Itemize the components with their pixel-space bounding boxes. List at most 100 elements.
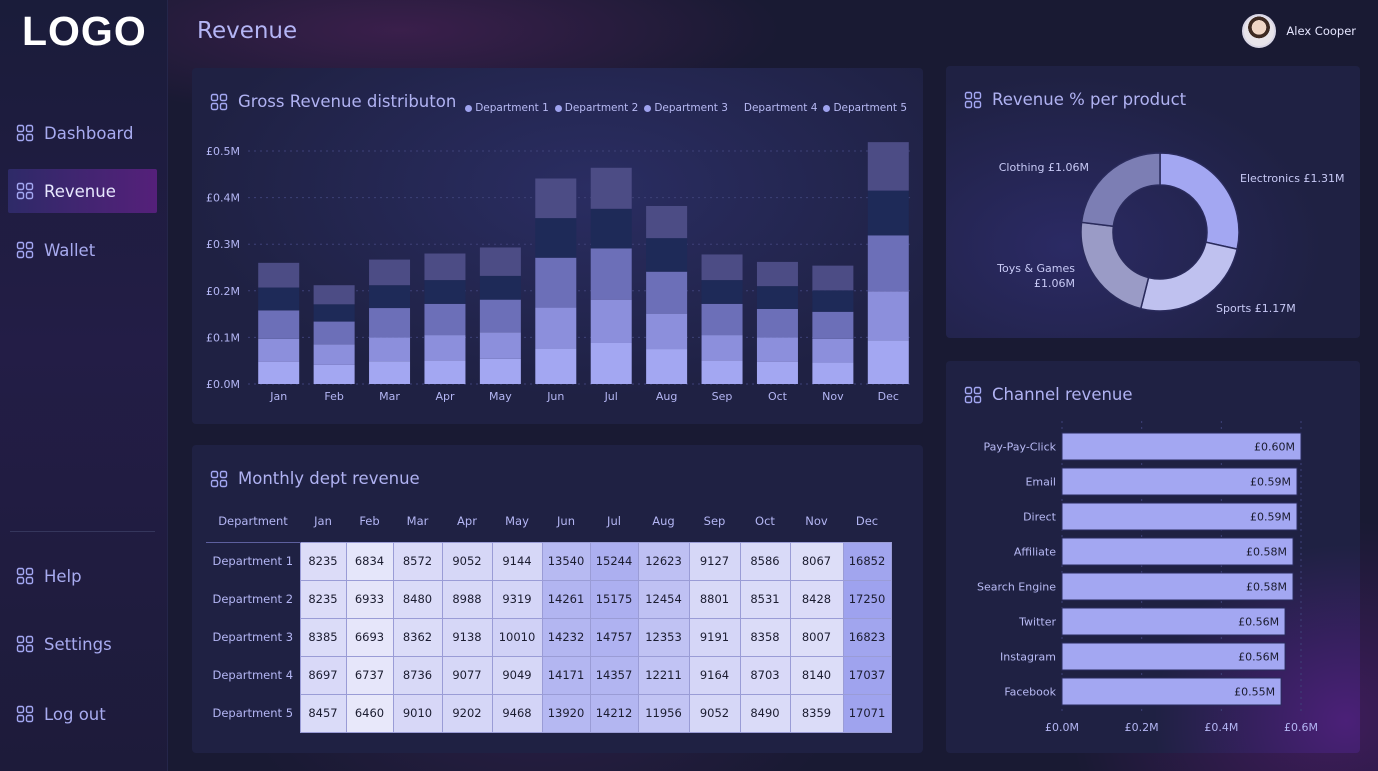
table-cell: 9077 (441, 655, 493, 695)
column-header: Jan (314, 513, 332, 528)
table-cell: 17071 (842, 693, 892, 733)
bar-value-label: £0.56M (1238, 651, 1279, 664)
bar-segment (313, 321, 355, 345)
table-cell: 9468 (491, 693, 543, 733)
category-label: Affiliate (1014, 546, 1056, 559)
column-header: Jul (607, 513, 621, 528)
gross-revenue-panel: Gross Revenue distributon Department 1 De… (192, 68, 923, 424)
sidebar-item-settings[interactable]: Settings (8, 622, 157, 666)
bar-segment (756, 337, 798, 362)
bar-segment (701, 335, 743, 361)
table-cell: 8457 (299, 693, 347, 733)
user-name: Alex Cooper (1286, 24, 1356, 38)
table-cell: 9127 (688, 541, 741, 581)
table-cell: 13540 (541, 541, 591, 581)
column-header: Jun (557, 513, 575, 528)
bar-segment (479, 299, 521, 333)
table-row: Department 1 8235 6834 8572 9052 9144 13540 152… (206, 541, 892, 581)
category-label: Direct (1023, 511, 1057, 524)
bar-segment (646, 349, 688, 384)
table-cell: 6460 (345, 693, 394, 733)
y-tick-label: £0.5M (206, 145, 240, 158)
bar-segment (258, 361, 300, 384)
table-cell: 8428 (789, 579, 844, 619)
donut-slice (1159, 152, 1240, 251)
bar-segment (479, 275, 521, 300)
x-tick-label: £0.6M (1284, 721, 1318, 734)
category-label: Twitter (1018, 616, 1056, 629)
x-tick-label: May (489, 390, 512, 403)
grid-icon (16, 182, 34, 200)
table-cell: 8235 (299, 579, 347, 619)
row-header: Department 2 (212, 592, 294, 606)
column-header: Mar (406, 513, 429, 528)
column-header: Nov (805, 513, 828, 528)
bar-segment (812, 265, 854, 291)
slice-label: £1.06M (1034, 277, 1075, 290)
bar-segment (313, 344, 355, 365)
bar-segment (369, 308, 411, 338)
slice-label: Electronics £1.31M (1240, 172, 1344, 185)
bar-segment (756, 361, 798, 384)
bar-segment (369, 361, 411, 384)
x-tick-label: Apr (435, 390, 455, 403)
table-cell: 9010 (392, 693, 443, 733)
avatar[interactable] (1242, 14, 1277, 48)
category-label: Search Engine (977, 581, 1056, 594)
sidebar-item-help[interactable]: Help (8, 554, 157, 598)
grid-icon (16, 635, 34, 653)
bar-segment (479, 332, 521, 359)
table-cell: 8703 (739, 655, 791, 695)
bar-segment (867, 291, 909, 341)
table-cell: 17037 (842, 655, 892, 695)
bar-segment (756, 286, 798, 309)
table-cell: 8007 (789, 617, 844, 657)
bar-segment (258, 338, 300, 362)
column-header: May (505, 513, 529, 528)
bar-segment (424, 280, 466, 304)
bar-segment (535, 218, 577, 258)
table-cell: 8362 (392, 617, 443, 657)
table-cell: 15244 (589, 541, 639, 581)
column-header: Aug (652, 513, 675, 528)
dept-revenue-table: Department Jan Feb Mar Apr May Jun Jul Aug Sep Oct… (206, 500, 892, 733)
table-cell: 6834 (345, 541, 394, 581)
sidebar-item-wallet[interactable]: Wallet (8, 228, 157, 272)
x-tick-label: Oct (768, 390, 788, 403)
row-header: Department 5 (212, 706, 294, 720)
sidebar-item-label: Dashboard (44, 123, 134, 143)
x-tick-label: Dec (878, 390, 899, 403)
table-cell: 14212 (589, 693, 639, 733)
table-cell: 8801 (688, 579, 741, 619)
column-header: Department (218, 513, 288, 528)
bar-segment (369, 259, 411, 286)
sidebar-item-log-out[interactable]: Log out (8, 692, 157, 736)
table-cell: 9191 (688, 617, 741, 657)
sidebar-item-revenue[interactable]: Revenue (8, 169, 157, 213)
table-cell: 8067 (789, 541, 844, 581)
table-cell: 14261 (541, 579, 591, 619)
x-tick-label: Sep (712, 390, 733, 403)
y-tick-label: £0.0M (206, 378, 240, 391)
table-cell: 14171 (541, 655, 591, 695)
bar-segment (701, 254, 743, 281)
bar-segment (424, 335, 466, 361)
bar-segment (867, 142, 909, 191)
category-label: Facebook (1004, 686, 1056, 699)
table-cell: 9052 (441, 541, 493, 581)
column-header: Sep (703, 513, 726, 528)
table-cell: 8140 (789, 655, 844, 695)
table-cell: 9164 (688, 655, 741, 695)
sidebar-item-label: Revenue (44, 181, 116, 201)
monthly-dept-revenue-panel: Monthly dept revenue Department Jan Feb Mar… (192, 445, 923, 753)
table-cell: 9144 (491, 541, 543, 581)
bar-segment (756, 308, 798, 338)
table-row: Department 5 8457 6460 9010 9202 9468 13920 142… (206, 693, 892, 733)
user-menu[interactable]: Alex Cooper (1242, 14, 1356, 48)
bar-segment (258, 287, 300, 311)
table-cell: 16852 (842, 541, 892, 581)
sidebar-item-dashboard[interactable]: Dashboard (8, 111, 157, 155)
grid-icon (16, 124, 34, 142)
sidebar-item-label: Log out (44, 704, 106, 724)
bar-segment (812, 362, 854, 384)
